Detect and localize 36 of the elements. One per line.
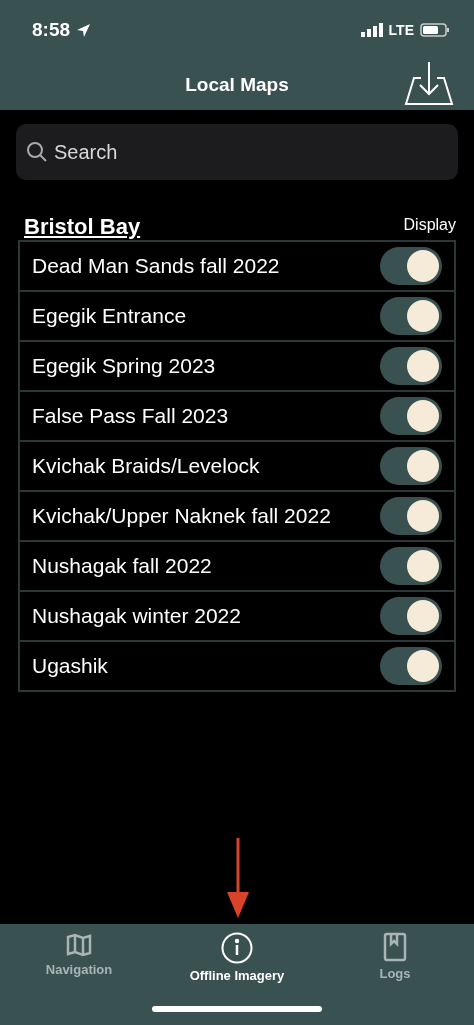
search-icon (26, 141, 48, 163)
section-title: Bristol Bay (24, 214, 141, 240)
battery-icon (420, 23, 450, 37)
info-icon (221, 932, 253, 964)
display-toggle[interactable] (380, 547, 442, 585)
display-toggle[interactable] (380, 497, 442, 535)
map-name: Nushagak winter 2022 (32, 604, 241, 628)
bookmark-book-icon (383, 932, 407, 962)
map-name: Kvichak Braids/Levelock (32, 454, 260, 478)
column-label: Display (403, 216, 456, 235)
tab-bar-item[interactable]: Navigation (0, 924, 158, 984)
display-toggle[interactable] (380, 447, 442, 485)
screen-title: Local Maps (185, 74, 289, 96)
display-toggle[interactable] (380, 247, 442, 285)
display-toggle[interactable] (380, 647, 442, 685)
map-name: False Pass Fall 2023 (32, 404, 229, 428)
map-name: Dead Man Sands fall 2022 (32, 254, 280, 278)
map-name: Egegik Spring 2023 (32, 354, 216, 378)
map-name: Egegik Entrance (32, 304, 187, 328)
network-type: LTE (388, 22, 414, 38)
status-time: 8:58 (32, 19, 71, 41)
location-arrow-icon (76, 22, 92, 38)
download-button[interactable] (404, 60, 454, 106)
tab-bar-item[interactable]: Logs (316, 924, 474, 984)
tab-bar-item[interactable]: Offline Imagery (158, 924, 316, 984)
signal-icon (360, 23, 383, 37)
display-toggle[interactable] (380, 347, 442, 385)
map-icon (66, 932, 92, 958)
map-name: Ugashik (32, 654, 108, 678)
map-name: Kvichak/Upper Naknek fall 2022 (32, 504, 331, 528)
display-toggle[interactable] (380, 397, 442, 435)
annotation-arrow-icon (226, 838, 250, 918)
display-toggle[interactable] (380, 597, 442, 635)
map-name: Nushagak fall 2022 (32, 554, 212, 578)
display-toggle[interactable] (380, 297, 442, 335)
search-field[interactable]: Search (16, 124, 458, 180)
